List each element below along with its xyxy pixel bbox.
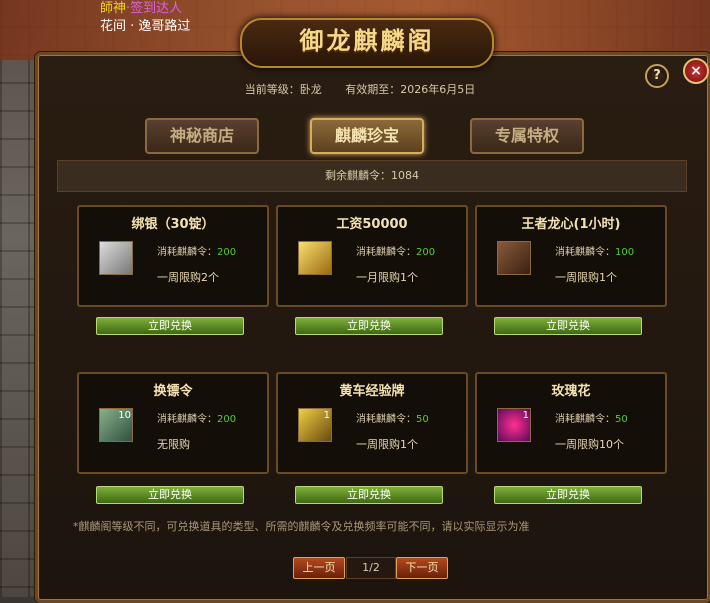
tab-exclusive-privilege[interactable]: 专属特权	[470, 118, 584, 154]
item-card: 玫瑰花 1 消耗麒麟令：50 一周限购10个	[475, 372, 667, 474]
chat-area: 師神·签到达人 花间 · 逸哥路过	[100, 0, 190, 36]
item-limit: 一月限购1个	[356, 271, 418, 284]
window-title: 御龙麒麟阁	[299, 26, 435, 55]
item-cost: 消耗麒麟令：50	[555, 414, 628, 425]
dragon-heart-icon[interactable]	[497, 241, 531, 275]
item-name: 王者龙心(1小时)	[521, 217, 621, 232]
item-name: 绑银（30锭）	[131, 217, 215, 232]
item-quantity: 1	[323, 410, 330, 421]
item-cost: 消耗麒麟令：50	[356, 414, 429, 425]
prev-page-button[interactable]: 上一页	[293, 557, 345, 579]
level-text: 当前等级：卧龙	[244, 83, 322, 96]
redeem-button[interactable]: 立即兑换	[494, 317, 642, 335]
item-card: 工资50000 消耗麒麟令：200 一月限购1个	[276, 205, 468, 307]
item-name: 工资50000	[336, 217, 408, 232]
item-quantity: 10	[118, 410, 131, 421]
item-cost: 消耗麒麟令：200	[157, 247, 237, 258]
exp-plate-icon[interactable]: 1	[298, 408, 332, 442]
item-card: 黄车经验牌 1 消耗麒麟令：50 一周限购1个	[276, 372, 468, 474]
item-name: 玫瑰花	[551, 384, 591, 399]
chat-name[interactable]: 師神	[100, 1, 126, 16]
item-limit: 无限购	[157, 438, 190, 451]
item-card: 换镖令 10 消耗麒麟令：200 无限购	[77, 372, 269, 474]
item-quantity: 1	[522, 410, 529, 421]
chat-line: 花间 · 逸哥路过	[100, 19, 191, 34]
item-limit: 一周限购2个	[157, 271, 219, 284]
item-cost: 消耗麒麟令：100	[555, 247, 635, 258]
item-limit: 一周限购10个	[555, 438, 624, 451]
item-cost: 消耗麒麟令：200	[157, 414, 237, 425]
chat-tag: ·签到达人	[126, 1, 183, 16]
item-name: 黄车经验牌	[339, 384, 405, 399]
item-card: 绑银（30锭） 消耗麒麟令：200 一周限购2个	[77, 205, 269, 307]
escort-token-icon[interactable]: 10	[99, 408, 133, 442]
item-name: 换镖令	[153, 384, 193, 399]
rose-icon[interactable]: 1	[497, 408, 531, 442]
page-indicator: 1/2	[346, 557, 396, 579]
tab-mystery-shop[interactable]: 神秘商店	[145, 118, 259, 154]
footnote: *麒麟阁等级不同，可兑换道具的类型、所需的麒麟令及兑换频率可能不同，请以实际显示…	[73, 520, 530, 533]
redeem-button[interactable]: 立即兑换	[295, 486, 443, 504]
remaining-tokens: 剩余麒麟令：1084	[57, 160, 687, 192]
expiry-text: 有效期至：2026年6月5日	[345, 83, 476, 96]
tab-qilin-treasure[interactable]: 麒麟珍宝	[310, 118, 424, 154]
item-cost: 消耗麒麟令：200	[356, 247, 436, 258]
info-bar: 当前等级：卧龙 有效期至：2026年6月5日	[60, 78, 660, 102]
silver-ingot-icon[interactable]	[99, 241, 133, 275]
window-title-plaque: 御龙麒麟阁	[240, 18, 494, 68]
redeem-button[interactable]: 立即兑换	[96, 486, 244, 504]
redeem-button[interactable]: 立即兑换	[96, 317, 244, 335]
redeem-button[interactable]: 立即兑换	[295, 317, 443, 335]
item-limit: 一周限购1个	[555, 271, 617, 284]
next-page-button[interactable]: 下一页	[396, 557, 448, 579]
item-card: 王者龙心(1小时) 消耗麒麟令：100 一周限购1个	[475, 205, 667, 307]
close-button[interactable]: ×	[683, 58, 709, 84]
item-limit: 一周限购1个	[356, 438, 418, 451]
redeem-button[interactable]: 立即兑换	[494, 486, 642, 504]
salary-icon[interactable]	[298, 241, 332, 275]
